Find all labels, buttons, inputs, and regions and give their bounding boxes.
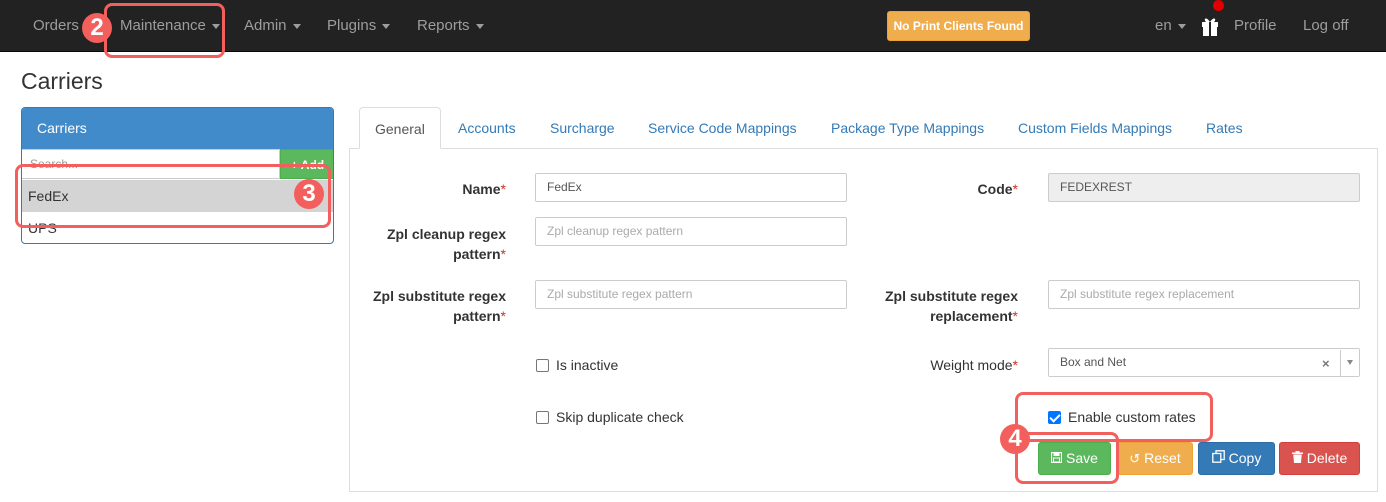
zpl-substitute-pattern-label: Zpl substitute regex pattern* (372, 288, 506, 324)
delete-label: Delete (1306, 450, 1348, 466)
nav-admin-label: Admin (244, 17, 287, 34)
page-title: Carriers (21, 68, 103, 94)
reset-button[interactable]: ↺ Reset (1117, 442, 1193, 475)
nav-admin[interactable]: Admin (244, 0, 301, 52)
delete-button[interactable]: Delete (1279, 442, 1360, 475)
annotation-box-step3 (15, 164, 331, 228)
nav-profile-label: Profile (1234, 17, 1277, 34)
zpl-cleanup-input[interactable]: Zpl cleanup regex pattern (535, 217, 847, 246)
gift-icon[interactable] (1201, 14, 1219, 36)
language-selector[interactable]: en (1155, 0, 1186, 52)
copy-icon (1211, 443, 1225, 474)
tab-custom-fields-mappings[interactable]: Custom Fields Mappings (1003, 107, 1187, 149)
tab-package-type-mappings[interactable]: Package Type Mappings (816, 107, 999, 149)
tab-rates[interactable]: Rates (1191, 107, 1258, 149)
copy-button[interactable]: Copy (1198, 442, 1275, 475)
nav-reports-label: Reports (417, 17, 470, 34)
nav-profile[interactable]: Profile (1234, 0, 1277, 52)
nav-logoff[interactable]: Log off (1303, 0, 1349, 52)
nav-plugins[interactable]: Plugins (327, 0, 391, 52)
clear-icon[interactable]: × (1322, 356, 1330, 371)
weight-mode-select[interactable]: Box and Net (1048, 348, 1360, 377)
caret-down-icon (1177, 23, 1186, 29)
tab-accounts[interactable]: Accounts (443, 107, 531, 149)
zpl-cleanup-label: Zpl cleanup regex pattern* (386, 226, 506, 262)
code-label: Code* (977, 181, 1018, 197)
annotation-number-step2: 2 (82, 13, 112, 43)
zpl-substitute-replacement-label: Zpl substitute regex replacement* (884, 288, 1018, 324)
code-input[interactable]: FEDEXREST (1048, 173, 1360, 202)
zpl-substitute-replacement-input[interactable]: Zpl substitute regex replacement (1048, 280, 1360, 309)
undo-icon: ↺ (1129, 451, 1141, 466)
notification-dot (1213, 0, 1224, 11)
caret-down-icon (292, 23, 301, 29)
annotation-box-step4-save (1015, 432, 1119, 484)
print-clients-alert-button[interactable]: No Print Clients Found (887, 11, 1030, 41)
nav-logoff-label: Log off (1303, 17, 1349, 34)
chevron-down-icon[interactable] (1347, 360, 1353, 365)
nav-orders-label: Orders (33, 17, 79, 34)
weight-mode-label: Weight mode* (930, 357, 1018, 373)
tab-service-code-mappings[interactable]: Service Code Mappings (633, 107, 812, 149)
annotation-number-step4: 4 (1000, 424, 1030, 454)
caret-down-icon (475, 23, 484, 29)
skip-duplicate-checkbox[interactable] (536, 411, 549, 424)
tab-general[interactable]: General (359, 107, 441, 149)
annotation-number-step3: 3 (294, 179, 324, 209)
carriers-panel-header: Carriers (22, 108, 333, 149)
nav-plugins-label: Plugins (327, 17, 377, 34)
nav-reports[interactable]: Reports (417, 0, 484, 52)
reset-label: Reset (1144, 450, 1181, 466)
is-inactive-label: Is inactive (556, 357, 619, 373)
name-input[interactable]: FedEx (535, 173, 847, 202)
skip-duplicate-label: Skip duplicate check (556, 409, 684, 425)
caret-down-icon (382, 23, 391, 29)
is-inactive-checkbox[interactable] (536, 359, 549, 372)
name-label: Name* (462, 181, 506, 197)
print-alert-label: No Print Clients Found (893, 19, 1024, 33)
tab-surcharge[interactable]: Surcharge (535, 107, 630, 149)
trash-icon (1291, 443, 1303, 474)
select-separator (1340, 350, 1341, 376)
annotation-box-step2 (104, 3, 225, 58)
nav-orders[interactable]: Orders (33, 0, 79, 52)
copy-label: Copy (1228, 450, 1262, 466)
zpl-substitute-pattern-input[interactable]: Zpl substitute regex pattern (535, 280, 847, 309)
language-label: en (1155, 17, 1172, 34)
